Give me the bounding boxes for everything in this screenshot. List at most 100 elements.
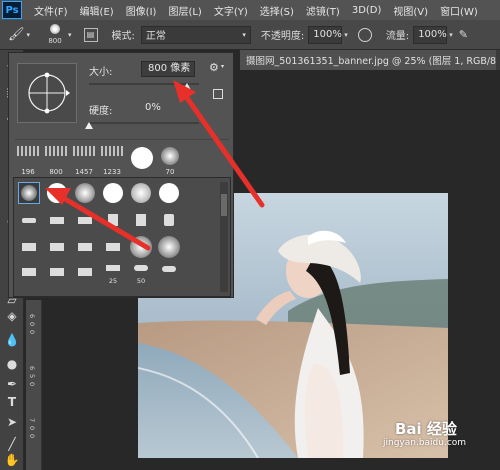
brush-tip-icon bbox=[17, 146, 39, 156]
brush-angle-preview[interactable] bbox=[17, 63, 77, 123]
brush-preset[interactable] bbox=[74, 262, 96, 284]
blur-tool-icon[interactable]: 💧 bbox=[4, 332, 20, 348]
brush-preset-picker[interactable]: 800 bbox=[44, 22, 66, 48]
menu-image[interactable]: 图像(I) bbox=[126, 3, 157, 18]
recent-brush[interactable]: 70 bbox=[157, 145, 183, 176]
pen-tool-icon[interactable]: ✒ bbox=[4, 376, 20, 392]
brush-preset[interactable] bbox=[46, 210, 68, 232]
flow-field[interactable]: 100% bbox=[413, 25, 448, 44]
mode-value: 正常 bbox=[145, 31, 166, 42]
brush-preset-selected[interactable] bbox=[18, 182, 40, 204]
brush-size-label: 50 bbox=[136, 277, 146, 285]
opacity-field[interactable]: 100% bbox=[308, 25, 343, 44]
recent-brush[interactable]: 1457 bbox=[71, 145, 97, 176]
dodge-tool-icon[interactable]: ● bbox=[4, 356, 20, 372]
brush-preset[interactable] bbox=[102, 236, 124, 258]
ruler-mark: 6 bbox=[28, 366, 36, 371]
new-preset-icon[interactable] bbox=[213, 89, 223, 99]
menu-filter[interactable]: 滤镜(T) bbox=[306, 3, 340, 18]
line-tool-icon[interactable]: ╱ bbox=[4, 436, 20, 452]
brush-preset[interactable] bbox=[74, 236, 96, 258]
brush-preset[interactable] bbox=[18, 210, 40, 232]
menu-layer[interactable]: 图层(L) bbox=[168, 3, 201, 18]
recent-brush[interactable]: 800 bbox=[43, 145, 69, 176]
brush-panel-toggle-icon[interactable]: ▤ bbox=[83, 27, 98, 42]
brush-tip-icon bbox=[108, 214, 118, 226]
opacity-dropdown-chevron-icon[interactable]: ▾ bbox=[344, 31, 348, 39]
brush-tip-icon bbox=[47, 183, 67, 203]
brush-tip-icon bbox=[22, 243, 36, 251]
flow-value: 100% bbox=[418, 29, 447, 40]
brush-preset[interactable] bbox=[130, 236, 152, 258]
brush-preset[interactable]: 50 bbox=[130, 262, 152, 285]
brush-preset[interactable] bbox=[102, 182, 124, 204]
brush-preset[interactable] bbox=[130, 182, 152, 204]
gear-icon[interactable]: ⚙ bbox=[209, 61, 219, 74]
brush-tip-icon bbox=[78, 268, 92, 276]
brush-preset[interactable] bbox=[74, 182, 96, 204]
ruler-mark: 0 bbox=[28, 426, 36, 431]
hardness-slider-track[interactable] bbox=[89, 122, 199, 124]
pressure-icon[interactable] bbox=[357, 27, 372, 42]
size-slider-handle[interactable] bbox=[183, 83, 191, 90]
brush-tip-icon bbox=[162, 266, 176, 272]
brush-preset[interactable] bbox=[74, 210, 96, 232]
ruler-mark: 6 bbox=[28, 314, 36, 319]
brush-size-label: 1457 bbox=[75, 168, 93, 176]
preset-scrollbar[interactable] bbox=[220, 182, 228, 292]
chevron-down-icon[interactable]: ▾ bbox=[221, 63, 224, 70]
brush-preset[interactable] bbox=[46, 182, 68, 204]
menu-window[interactable]: 窗口(W) bbox=[440, 3, 478, 18]
path-select-tool-icon[interactable]: ➤ bbox=[4, 414, 20, 430]
brush-preset[interactable] bbox=[46, 236, 68, 258]
hardness-slider-handle[interactable] bbox=[85, 122, 93, 129]
tool-dropdown-chevron-icon[interactable]: ▾ bbox=[27, 31, 31, 39]
options-bar: 🖌 ▾ 800 ▾ ▤ 模式: 正常 ▾ 不透明度: 100% ▾ 流量: 10… bbox=[0, 20, 500, 50]
recent-brush[interactable] bbox=[129, 145, 155, 175]
brush-preset[interactable] bbox=[158, 262, 180, 284]
opacity-value: 100% bbox=[313, 29, 342, 40]
recent-brush[interactable]: 196 bbox=[15, 145, 41, 176]
menu-select[interactable]: 选择(S) bbox=[260, 3, 294, 18]
brush-preset[interactable] bbox=[102, 210, 124, 232]
scrollbar-thumb[interactable] bbox=[221, 194, 227, 216]
menu-3d[interactable]: 3D(D) bbox=[352, 5, 382, 16]
brush-preset[interactable] bbox=[46, 262, 68, 284]
size-input[interactable]: 800 像素 bbox=[141, 61, 195, 77]
document-tab[interactable]: 摄图网_501361351_banner.jpg @ 25% (图层 1, RG… bbox=[240, 50, 496, 70]
size-label: 大小: bbox=[89, 67, 113, 78]
brush-tip-icon bbox=[103, 183, 123, 203]
airbrush-icon[interactable]: ✎ bbox=[459, 28, 468, 41]
brush-preset[interactable] bbox=[158, 236, 180, 258]
ruler-mark: 0 bbox=[28, 330, 36, 335]
type-tool-icon[interactable]: T bbox=[4, 394, 20, 410]
brush-preset[interactable] bbox=[18, 262, 40, 284]
paint-bucket-tool-icon[interactable]: ◈ bbox=[4, 308, 20, 324]
chevron-down-icon: ▾ bbox=[242, 30, 246, 39]
brush-tip-icon bbox=[136, 214, 146, 226]
menu-edit[interactable]: 编辑(E) bbox=[80, 3, 114, 18]
recent-brush[interactable]: 1233 bbox=[99, 145, 125, 176]
brush-dropdown-chevron-icon[interactable]: ▾ bbox=[68, 31, 72, 39]
flow-dropdown-chevron-icon[interactable]: ▾ bbox=[449, 31, 453, 39]
brush-preset[interactable] bbox=[130, 210, 152, 232]
brush-tip-icon bbox=[78, 217, 92, 224]
brush-tip-icon bbox=[101, 146, 123, 156]
brush-preset[interactable] bbox=[158, 210, 180, 232]
brush-preset[interactable] bbox=[18, 236, 40, 258]
brush-tip-icon bbox=[22, 268, 36, 276]
document-tab-title: 摄图网_501361351_banner.jpg @ 25% (图层 1, RG… bbox=[246, 56, 496, 67]
brush-tool-icon[interactable]: 🖌 bbox=[8, 27, 25, 42]
mode-select[interactable]: 正常 ▾ bbox=[140, 25, 251, 44]
menu-type[interactable]: 文字(Y) bbox=[214, 3, 248, 18]
menu-file[interactable]: 文件(F) bbox=[34, 3, 68, 18]
menu-view[interactable]: 视图(V) bbox=[393, 3, 428, 18]
ruler-mark: 0 bbox=[28, 434, 36, 439]
brush-preset[interactable]: 25 bbox=[102, 262, 124, 285]
hand-tool-icon[interactable]: ✋ bbox=[4, 452, 20, 468]
brush-tip-icon bbox=[78, 243, 92, 251]
hardness-value[interactable]: 0% bbox=[145, 102, 161, 113]
brush-preset[interactable] bbox=[158, 182, 180, 204]
brush-tip-icon bbox=[164, 214, 174, 226]
document-tab-bar: 摄图网_501361351_banner.jpg @ 25% (图层 1, RG… bbox=[240, 50, 500, 70]
